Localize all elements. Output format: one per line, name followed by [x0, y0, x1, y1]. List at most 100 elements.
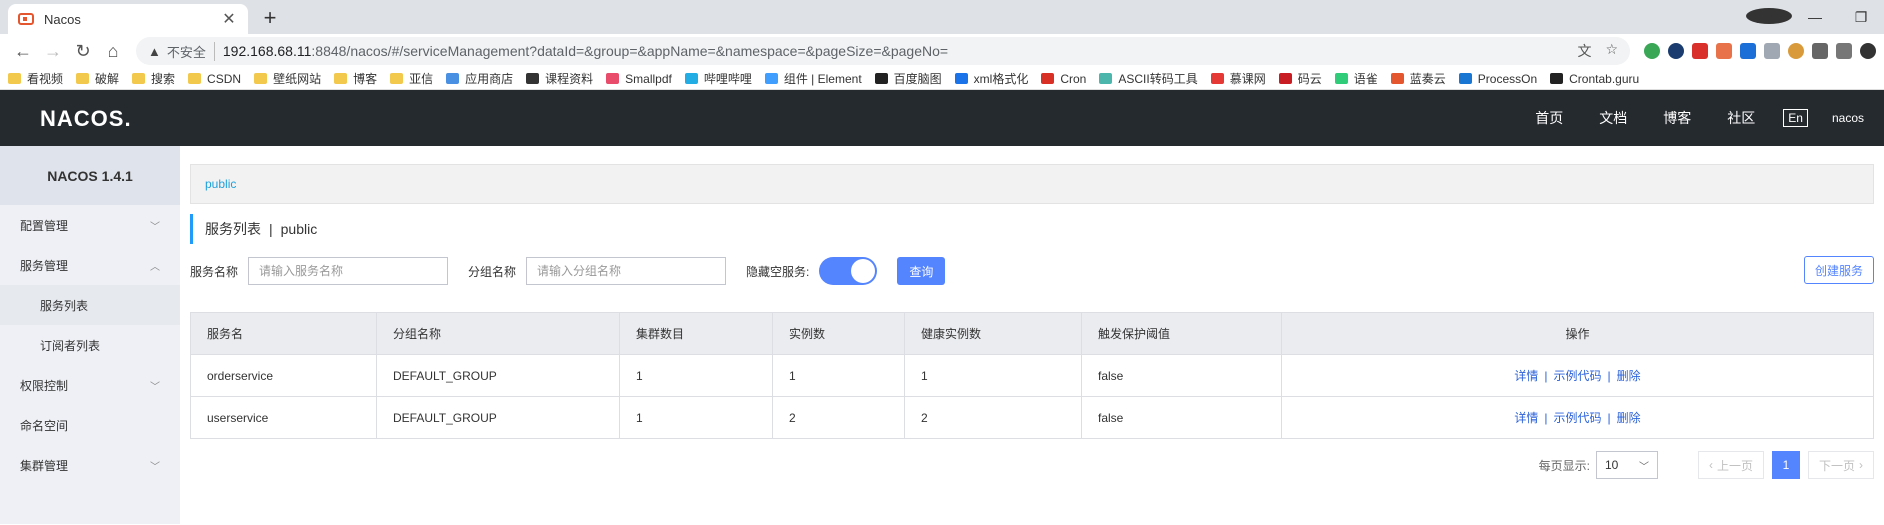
prev-page-button[interactable]: ‹ 上一页 — [1697, 451, 1764, 479]
cell-instance-count: 2 — [772, 396, 905, 439]
sidebar-item-auth[interactable]: 权限控制 ﹀ — [0, 365, 180, 405]
bookmark-item[interactable]: 哔哩哔哩 — [684, 70, 752, 87]
bookmark-item[interactable]: ASCII转码工具 — [1099, 70, 1198, 87]
bookmark-item[interactable]: 搜索 — [132, 70, 175, 87]
col-cluster-count: 集群数目 — [619, 312, 773, 355]
cron-icon — [1041, 73, 1055, 84]
sample-code-link[interactable]: 示例代码 — [1553, 369, 1601, 383]
tab-title: Nacos — [44, 11, 81, 27]
bookmark-item[interactable]: 博客 — [334, 70, 377, 87]
language-switch-button[interactable]: En — [1783, 109, 1808, 127]
page-size-select[interactable]: 10 ﹀ — [1595, 451, 1658, 479]
bookmark-item[interactable]: 破解 — [76, 70, 119, 87]
restore-icon[interactable]: ❐ — [1838, 9, 1884, 26]
bookmark-item[interactable]: 课程资料 — [526, 70, 593, 87]
translate-icon[interactable]: 文 — [1577, 41, 1591, 61]
query-button[interactable]: 查询 — [897, 257, 946, 285]
op-separator: | — [1544, 369, 1548, 383]
nav-docs[interactable]: 文档 — [1599, 108, 1627, 128]
bookmark-star-icon[interactable]: ☆ — [1605, 41, 1618, 61]
extension-green-icon[interactable] — [1644, 43, 1660, 59]
sidebar-item-namespace[interactable]: 命名空间 — [0, 405, 180, 445]
page-number-current[interactable]: 1 — [1771, 451, 1800, 479]
extension-cookie-icon[interactable] — [1788, 43, 1804, 59]
chevron-right-icon: › — [1859, 458, 1863, 472]
service-name-input[interactable] — [248, 257, 449, 285]
bookmark-item[interactable]: 组件 | Element — [764, 70, 862, 87]
user-menu[interactable]: nacos — [1832, 111, 1864, 125]
bookmark-item[interactable]: 蓝奏云 — [1390, 70, 1446, 87]
avatar-icon[interactable] — [1860, 43, 1876, 59]
sidebar-item-label: 命名空间 — [20, 418, 69, 433]
bookmark-item[interactable]: 壁纸网站 — [254, 70, 321, 87]
detail-link[interactable]: 详情 — [1514, 411, 1538, 425]
folder-icon — [390, 73, 404, 84]
cell-group-name: DEFAULT_GROUP — [376, 354, 620, 397]
nav-community[interactable]: 社区 — [1727, 108, 1755, 128]
bookmark-item[interactable]: Smallpdf — [606, 72, 672, 86]
namespace-link-public[interactable]: public — [205, 177, 236, 191]
delete-link[interactable]: 删除 — [1617, 411, 1641, 425]
bookmark-item[interactable]: xml格式化 — [954, 70, 1029, 87]
insecure-label[interactable]: 不安全 — [167, 41, 215, 61]
sidebar-item-config[interactable]: 配置管理 ﹀ — [0, 205, 180, 245]
chevron-down-icon: ﹀ — [1638, 461, 1649, 473]
create-service-button[interactable]: 创建服务 — [1803, 256, 1874, 284]
home-icon[interactable]: ⌂ — [98, 41, 128, 62]
bookmark-item[interactable]: CSDN — [188, 72, 241, 86]
next-page-label: 下一页 — [1818, 458, 1855, 473]
bookmark-item[interactable]: 语雀 — [1334, 70, 1378, 87]
bookmark-item[interactable]: Cron — [1041, 72, 1086, 86]
minimize-icon[interactable]: — — [1792, 9, 1838, 25]
extension-tree-icon[interactable] — [1716, 43, 1732, 59]
sidebar-item-cluster[interactable]: 集群管理 ﹀ — [0, 445, 180, 485]
browser-tab[interactable]: Nacos ✕ — [8, 4, 248, 34]
bookmark-item[interactable]: Crontab.guru — [1550, 72, 1639, 86]
nacos-logo[interactable]: NACOS. — [40, 106, 132, 132]
close-tab-icon[interactable]: ✕ — [220, 9, 238, 29]
bookmark-item[interactable]: 码云 — [1278, 70, 1322, 87]
group-name-input[interactable] — [526, 257, 727, 285]
group-name-label: 分组名称 — [468, 264, 517, 279]
bookmark-item[interactable]: 应用商店 — [446, 70, 513, 87]
crontab-icon — [1550, 73, 1564, 84]
page-title-namespace: public — [280, 221, 318, 237]
bookmark-item[interactable]: 看视频 — [8, 70, 63, 87]
extension-fe-icon[interactable] — [1692, 43, 1708, 59]
sidebar-item-subscribers[interactable]: 订阅者列表 — [0, 325, 180, 365]
sample-code-link[interactable]: 示例代码 — [1553, 411, 1601, 425]
bookmark-label: ProcessOn — [1477, 71, 1538, 86]
back-icon[interactable]: ← — [8, 41, 38, 62]
hide-empty-toggle[interactable] — [819, 257, 878, 285]
main-content: public 服务列表 | public 服务名称 分组名称 隐藏空服务: 查询… — [180, 146, 1884, 524]
bookmark-item[interactable]: 亚信 — [390, 70, 433, 87]
imooc-icon — [1210, 73, 1224, 84]
cell-cluster-count: 1 — [619, 354, 773, 397]
detail-link[interactable]: 详情 — [1514, 369, 1538, 383]
bookmark-label: 看视频 — [27, 72, 64, 86]
address-bar[interactable]: ▲ 不安全 192.168.68.11 :8848/nacos/#/servic… — [136, 37, 1630, 65]
next-page-button[interactable]: 下一页 › — [1807, 451, 1874, 479]
bookmark-item[interactable]: ProcessOn — [1458, 71, 1538, 86]
extension-shield-icon[interactable] — [1764, 43, 1780, 59]
pagination: 每页显示: 10 ﹀ ‹ 上一页 1 下一页 › — [190, 451, 1874, 479]
sidebar-item-service-mgmt[interactable]: 服务管理 ︿ — [0, 245, 180, 285]
extension-download-icon[interactable] — [1740, 43, 1756, 59]
nav-home[interactable]: 首页 — [1535, 108, 1563, 128]
bookmark-item[interactable]: 慕课网 — [1210, 70, 1266, 87]
nacos-favicon-icon — [18, 13, 34, 25]
bookmark-item[interactable]: 百度脑图 — [874, 70, 942, 87]
reload-icon[interactable]: ↻ — [68, 41, 98, 62]
nav-blog[interactable]: 博客 — [1663, 108, 1691, 128]
profile-dropdown-icon[interactable] — [1746, 7, 1792, 27]
forward-icon[interactable]: → — [38, 41, 68, 62]
sidebar-item-service-list[interactable]: 服务列表 — [0, 285, 180, 325]
delete-link[interactable]: 删除 — [1617, 369, 1641, 383]
reading-list-icon[interactable] — [1836, 43, 1852, 59]
extensions-puzzle-icon[interactable] — [1812, 43, 1828, 59]
warning-icon[interactable]: ▲ — [148, 44, 161, 59]
extension-check-icon[interactable] — [1668, 43, 1684, 59]
bookmark-label: 百度脑图 — [893, 72, 942, 86]
bookmark-label: xml格式化 — [973, 72, 1029, 86]
new-tab-button[interactable]: + — [258, 5, 282, 31]
